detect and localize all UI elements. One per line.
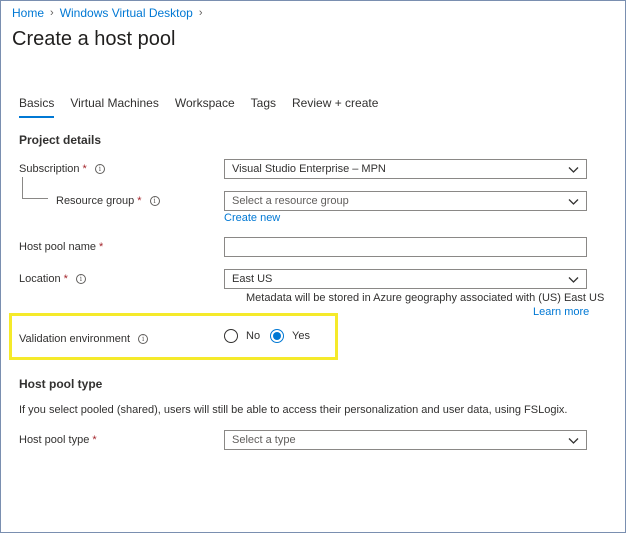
chevron-down-icon — [568, 277, 579, 283]
project-details-heading: Project details — [19, 133, 102, 147]
radio-yes-label: Yes — [292, 330, 310, 342]
location-dropdown[interactable]: East US — [224, 269, 587, 289]
required-marker: * — [92, 434, 97, 446]
breadcrumb-wvd-link[interactable]: Windows Virtual Desktop — [60, 6, 193, 20]
host-pool-type-heading: Host pool type — [19, 377, 103, 391]
location-label-text: Location — [19, 273, 61, 285]
info-icon[interactable]: i — [138, 334, 149, 344]
chevron-down-icon — [568, 199, 579, 205]
resource-group-label-text: Resource group — [56, 195, 135, 207]
info-icon[interactable]: i — [149, 196, 160, 206]
radio-no-label: No — [246, 330, 261, 342]
location-value: East US — [232, 273, 273, 285]
location-label: Location * i — [19, 273, 86, 285]
resource-group-label: Resource group * i — [56, 195, 160, 207]
required-marker: * — [63, 273, 68, 285]
learn-more-link[interactable]: Learn more — [533, 306, 589, 318]
required-marker: * — [99, 241, 104, 253]
chevron-right-icon: › — [198, 7, 203, 19]
host-pool-name-label-text: Host pool name — [19, 241, 97, 253]
tab-tags[interactable]: Tags — [251, 96, 276, 118]
chevron-right-icon: › — [50, 7, 54, 19]
tab-virtual-machines[interactable]: Virtual Machines — [70, 96, 159, 118]
tab-basics[interactable]: Basics — [19, 96, 55, 118]
tab-workspace[interactable]: Workspace — [175, 96, 235, 118]
tree-line-horizontal — [22, 198, 48, 199]
host-pool-name-input[interactable] — [224, 237, 587, 257]
chevron-down-icon — [568, 167, 579, 173]
radio-circle[interactable] — [224, 329, 238, 343]
location-metadata-note: Metadata will be stored in Azure geograp… — [246, 292, 605, 304]
tab-review-create[interactable]: Review + create — [292, 96, 378, 118]
host-pool-name-label: Host pool name * — [19, 241, 103, 253]
create-new-link[interactable]: Create new — [224, 212, 280, 224]
radio-circle-selected[interactable] — [270, 329, 284, 343]
subscription-label: Subscription * i — [19, 163, 105, 175]
required-marker: * — [82, 163, 87, 175]
radio-dot — [273, 332, 281, 340]
host-pool-type-label: Host pool type * — [19, 434, 97, 446]
host-pool-type-description: If you select pooled (shared), users wil… — [19, 404, 568, 416]
validation-environment-label-text: Validation environment — [19, 333, 131, 345]
info-icon[interactable]: i — [75, 274, 86, 284]
validation-radio-yes[interactable]: Yes — [270, 329, 310, 343]
page-title: Create a host pool — [12, 28, 176, 50]
subscription-label-text: Subscription — [19, 163, 80, 175]
resource-group-dropdown[interactable]: Select a resource group — [224, 191, 587, 211]
subscription-dropdown[interactable]: Visual Studio Enterprise – MPN — [224, 159, 587, 179]
validation-radio-no[interactable]: No — [224, 329, 260, 343]
window-frame — [0, 0, 626, 533]
breadcrumb: Home › Windows Virtual Desktop › — [12, 6, 209, 20]
host-pool-type-dropdown[interactable]: Select a type — [224, 430, 587, 450]
breadcrumb-home-link[interactable]: Home — [12, 6, 44, 20]
chevron-down-icon — [568, 438, 579, 444]
subscription-value: Visual Studio Enterprise – MPN — [232, 163, 386, 175]
validation-environment-label: Validation environment i — [19, 333, 149, 345]
host-pool-type-label-text: Host pool type — [19, 434, 90, 446]
resource-group-placeholder: Select a resource group — [232, 195, 349, 207]
tree-line-vertical — [22, 177, 23, 198]
host-pool-type-placeholder: Select a type — [232, 434, 296, 446]
info-icon[interactable]: i — [94, 164, 105, 174]
tab-bar: Basics Virtual Machines Workspace Tags R… — [19, 96, 394, 118]
required-marker: * — [137, 195, 142, 207]
